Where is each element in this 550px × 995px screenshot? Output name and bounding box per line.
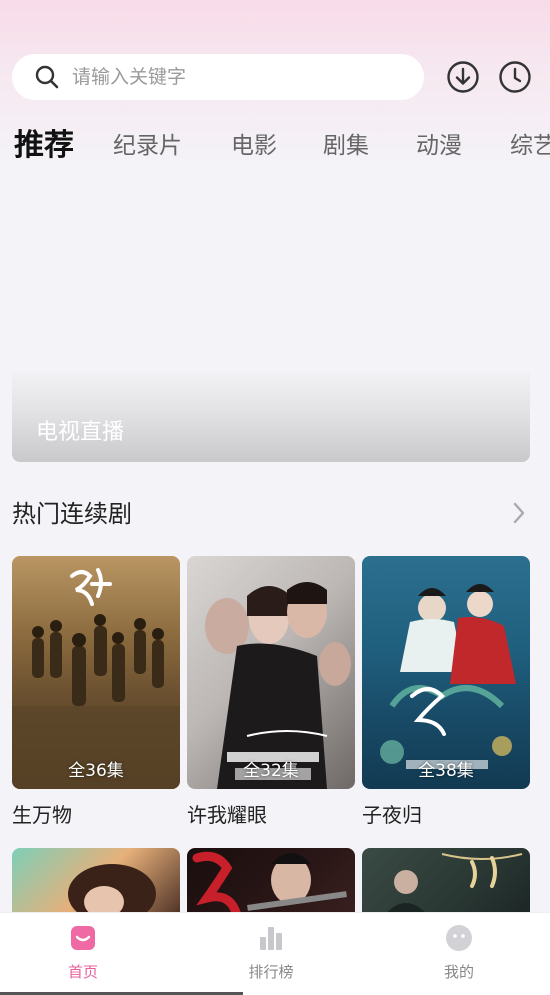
poster-art [68,864,156,918]
section-title: 热门连续剧 [12,500,132,528]
tab-series[interactable]: 剧集 [323,126,369,160]
poster-art [192,851,347,918]
search-bar-row [12,54,538,100]
episode-count: 全38集 [418,761,474,781]
history-button[interactable] [498,60,532,94]
download-icon [447,61,479,93]
nav-ranking[interactable]: 排行榜 [211,923,331,982]
section-header: 热门连续剧 [12,494,538,534]
download-button[interactable] [446,60,480,94]
show-title: 许我耀眼 [187,803,267,827]
search-box[interactable] [12,54,424,100]
search-icon [35,65,59,89]
tab-recommend[interactable]: 推荐 [14,120,74,164]
nav-label: 首页 [67,963,98,981]
nav-profile[interactable]: 我的 [399,923,519,982]
tab-variety[interactable]: 综艺 [510,126,550,160]
poster-art [205,582,351,789]
poster-art [12,568,180,789]
bottom-navigation: 首页 排行榜 我的 [0,912,550,995]
show-poster[interactable] [187,848,355,918]
ranking-icon [260,927,282,950]
tab-movies[interactable]: 电影 [231,126,277,160]
show-title: 子夜归 [362,803,422,827]
banner-label: 电视直播 [36,420,125,445]
show-poster: 全38集 [362,556,530,789]
poster-art [380,584,516,769]
home-icon [71,926,95,950]
chevron-right-icon[interactable] [508,498,530,528]
profile-icon [446,925,472,951]
episode-count: 全32集 [243,761,299,781]
show-title: 生万物 [12,803,72,827]
show-card[interactable]: 全36集 生万物 [12,556,180,828]
show-card[interactable]: 全38集 子夜归 [362,556,530,828]
search-input[interactable] [72,66,372,88]
tab-documentary[interactable]: 纪录片 [113,126,182,160]
show-poster[interactable] [12,848,180,918]
episode-count: 全36集 [68,761,124,781]
show-poster: 全32集 [187,556,355,789]
nav-label: 排行榜 [248,963,294,981]
live-tv-banner[interactable]: 电视直播 [12,372,530,462]
show-poster: 全36集 [12,556,180,789]
tab-anime[interactable]: 动漫 [416,126,462,160]
show-poster[interactable] [362,848,530,918]
header-background [0,0,550,230]
poster-art [382,853,523,918]
nav-label: 我的 [443,963,474,981]
show-card[interactable]: 全32集 许我耀眼 [187,556,355,828]
history-icon [499,61,531,93]
category-tabs: 推荐 纪录片 电影 剧集 动漫 综艺 [14,118,550,164]
nav-home[interactable]: 首页 [23,923,143,982]
